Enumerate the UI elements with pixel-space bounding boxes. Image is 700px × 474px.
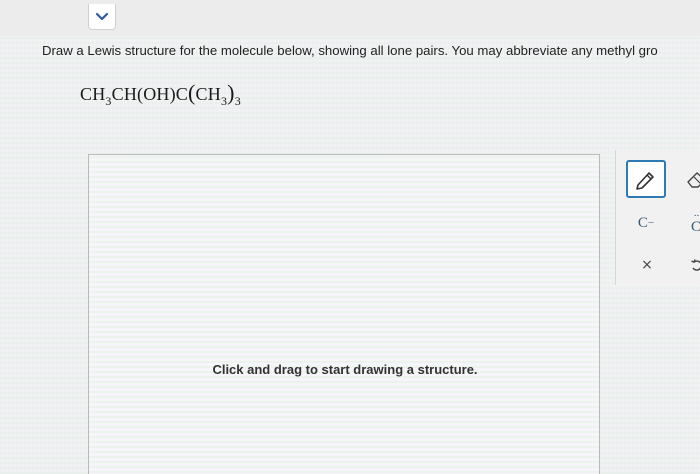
formula-part: CH bbox=[80, 84, 106, 104]
formula-paren: ( bbox=[188, 80, 196, 105]
formula-subscript: 3 bbox=[234, 94, 241, 108]
pencil-tool-button[interactable] bbox=[626, 160, 666, 198]
anion-mark: − bbox=[647, 217, 655, 229]
chevron-down-icon bbox=[95, 12, 109, 20]
close-icon: × bbox=[641, 257, 653, 273]
undo-icon bbox=[691, 259, 700, 271]
anion-letter: C bbox=[637, 214, 648, 231]
formula-part: CH(OH)C bbox=[111, 84, 189, 104]
canvas-hint: Click and drag to start drawing a struct… bbox=[212, 362, 478, 377]
molecule-formula: CH3CH(OH)C(CH3)3 bbox=[80, 80, 241, 108]
collapse-button[interactable] bbox=[88, 4, 116, 30]
formula-part: CH bbox=[195, 84, 221, 104]
clear-button[interactable]: × bbox=[636, 254, 658, 276]
question-prompt: Draw a Lewis structure for the molecule … bbox=[42, 43, 658, 58]
formula-paren: ) bbox=[227, 80, 235, 105]
lone-pair-tool[interactable]: ·· C bbox=[684, 211, 700, 235]
drawing-canvas[interactable] bbox=[88, 154, 600, 474]
anion-charge-tool[interactable]: C − bbox=[634, 212, 658, 234]
drawing-toolbar: C − ·· C × bbox=[615, 150, 700, 285]
pencil-icon bbox=[636, 172, 654, 190]
lone-pair-letter: C bbox=[690, 219, 700, 235]
eraser-tool-button[interactable] bbox=[682, 166, 700, 192]
undo-button[interactable] bbox=[686, 254, 700, 276]
eraser-icon bbox=[687, 172, 700, 188]
